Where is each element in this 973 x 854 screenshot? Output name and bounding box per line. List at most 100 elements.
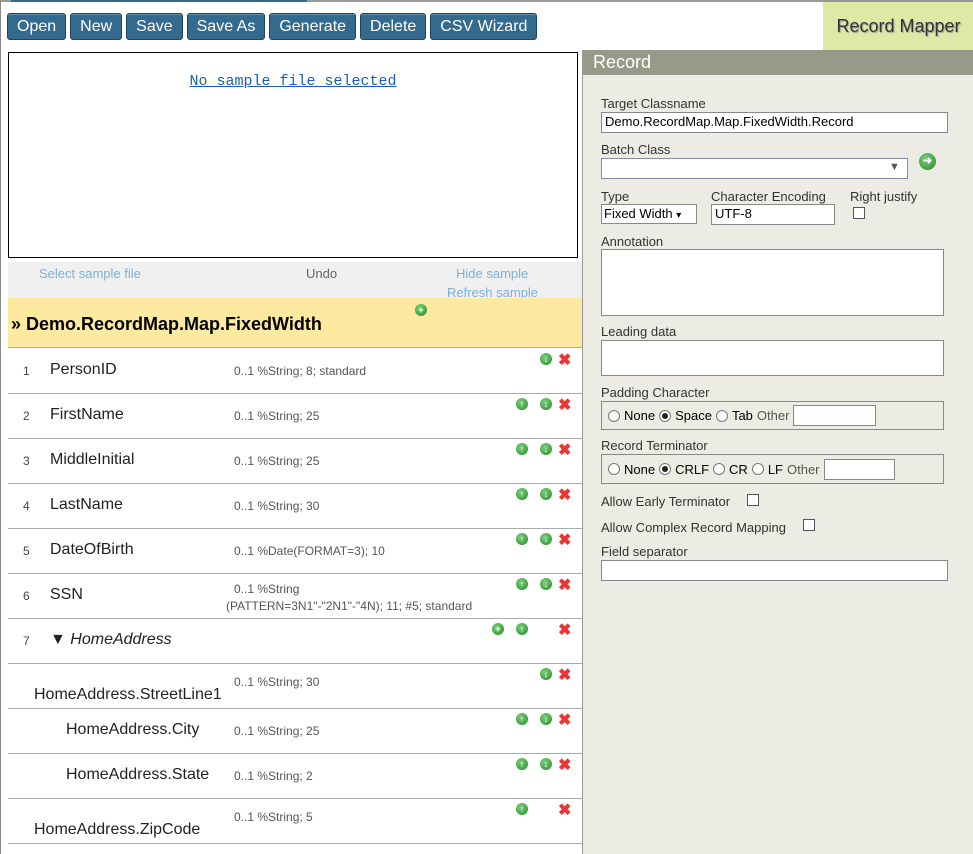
- padding-tab-label: Tab: [731, 408, 753, 423]
- field-type: 0..1 %String; 8; standard: [234, 364, 367, 378]
- field-name[interactable]: MiddleInitial: [50, 451, 134, 469]
- field-separator-input[interactable]: [601, 560, 948, 581]
- move-up-icon[interactable]: ↑: [516, 623, 528, 635]
- field-row[interactable]: 2 FirstName 0..1 %String; 25 ↑ ↓ ✖: [8, 394, 582, 439]
- go-arrow-icon[interactable]: ➜: [919, 153, 936, 170]
- delete-icon[interactable]: ✖: [558, 395, 571, 415]
- hide-sample-link[interactable]: Hide sample: [456, 266, 528, 281]
- field-number: 2: [23, 409, 30, 423]
- delete-icon[interactable]: ✖: [558, 485, 571, 505]
- field-name[interactable]: HomeAddress.ZipCode: [34, 821, 200, 839]
- field-row[interactable]: 4 LastName 0..1 %String; 30 ↑ ↓ ✖: [8, 484, 582, 529]
- field-name[interactable]: LastName: [50, 496, 123, 514]
- move-up-icon[interactable]: ↑: [516, 533, 528, 545]
- delete-icon[interactable]: ✖: [558, 440, 571, 460]
- delete-icon[interactable]: ✖: [558, 800, 571, 820]
- field-name[interactable]: HomeAddress.City: [66, 721, 199, 739]
- terminator-cr-label: CR: [729, 461, 748, 477]
- add-field-icon[interactable]: +: [415, 304, 427, 316]
- delete-button[interactable]: Delete: [360, 13, 427, 40]
- field-type: 0..1 %Date(FORMAT=3); 10: [234, 544, 385, 558]
- new-button[interactable]: New: [70, 13, 123, 40]
- annotation-label: Annotation: [601, 234, 664, 249]
- save-as-button[interactable]: Save As: [186, 13, 266, 40]
- move-up-icon[interactable]: ↑: [516, 713, 528, 725]
- field-row[interactable]: HomeAddress.ZipCode 0..1 %String; 5 ↑ ✖: [8, 799, 582, 844]
- annotation-textarea[interactable]: [601, 249, 944, 316]
- move-down-icon[interactable]: ↓: [540, 398, 552, 410]
- move-up-icon[interactable]: ↑: [516, 758, 528, 770]
- terminator-label: Record Terminator: [601, 438, 708, 453]
- field-row[interactable]: 6 SSN 0..1 %String (PATTERN=3N1"-"2N1"-"4N)…: [8, 574, 582, 619]
- early-terminator-checkbox[interactable]: [747, 494, 759, 506]
- move-down-icon[interactable]: ↓: [540, 533, 552, 545]
- move-up-icon[interactable]: ↑: [516, 488, 528, 500]
- active-tab-indicator: [11, 0, 307, 2]
- field-name[interactable]: HomeAddress.State: [66, 766, 209, 784]
- encoding-input[interactable]: UTF-8: [711, 204, 835, 225]
- csv-wizard-button[interactable]: CSV Wizard: [430, 13, 538, 40]
- field-row[interactable]: 3 MiddleInitial 0..1 %String; 25 ↑ ↓ ✖: [8, 439, 582, 484]
- move-down-icon[interactable]: ↓: [540, 488, 552, 500]
- move-down-icon[interactable]: ↓: [540, 443, 552, 455]
- right-justify-checkbox[interactable]: [853, 207, 865, 219]
- terminator-lf-radio[interactable]: [751, 463, 764, 475]
- delete-icon[interactable]: ✖: [558, 620, 571, 640]
- padding-none-radio[interactable]: [608, 409, 620, 422]
- delete-icon[interactable]: ✖: [558, 755, 571, 775]
- padding-other-input[interactable]: [793, 405, 877, 426]
- move-down-icon[interactable]: ↓: [540, 353, 552, 365]
- padding-space-radio[interactable]: [659, 409, 672, 422]
- terminator-other-input[interactable]: [823, 458, 895, 480]
- field-name[interactable]: ▼ HomeAddress: [50, 631, 172, 649]
- field-row[interactable]: 1 PersonID 0..1 %String; 8; standard ↓ ✖: [8, 349, 582, 394]
- move-down-icon[interactable]: ↓: [540, 668, 552, 680]
- type-select[interactable]: Fixed Width ▾: [601, 204, 697, 224]
- batch-class-select[interactable]: [601, 158, 908, 179]
- padding-tab-radio[interactable]: [715, 409, 728, 422]
- delete-icon[interactable]: ✖: [558, 530, 571, 550]
- field-row[interactable]: 7 ▼ HomeAddress + ↑ ✖: [8, 619, 582, 664]
- delete-icon[interactable]: ✖: [558, 575, 571, 595]
- open-button[interactable]: Open: [7, 13, 67, 40]
- field-type: 0..1 %String; 30: [234, 499, 320, 513]
- save-button[interactable]: Save: [126, 13, 183, 40]
- undo-link[interactable]: Undo: [306, 266, 337, 281]
- field-name[interactable]: SSN: [50, 586, 83, 604]
- field-row[interactable]: 5 DateOfBirth 0..1 %Date(FORMAT=3); 10 ↑ ↓ ✖: [8, 529, 582, 574]
- field-number: 3: [23, 454, 30, 468]
- field-row[interactable]: HomeAddress.State 0..1 %String; 2 ↑ ↓ ✖: [8, 754, 582, 799]
- move-down-icon[interactable]: ↓: [540, 578, 552, 590]
- record-name: » Demo.RecordMap.Map.FixedWidth: [11, 314, 322, 334]
- field-number: 4: [23, 499, 30, 513]
- field-number: 7: [23, 634, 30, 648]
- move-down-icon[interactable]: ↓: [540, 713, 552, 725]
- delete-icon[interactable]: ✖: [558, 710, 571, 730]
- add-child-icon[interactable]: +: [492, 623, 504, 635]
- select-sample-link[interactable]: Select sample file: [39, 266, 141, 281]
- move-up-icon[interactable]: ↑: [516, 443, 528, 455]
- terminator-crlf-radio[interactable]: [659, 463, 672, 475]
- field-name[interactable]: DateOfBirth: [50, 541, 134, 559]
- move-up-icon[interactable]: ↑: [516, 398, 528, 410]
- generate-button[interactable]: Generate: [269, 13, 357, 40]
- leading-data-textarea[interactable]: [601, 340, 944, 376]
- terminator-cr-radio[interactable]: [713, 463, 726, 475]
- field-row[interactable]: HomeAddress.StreetLine1 0..1 %String; 30 ↓…: [8, 664, 582, 709]
- right-justify-label: Right justify: [850, 189, 918, 204]
- field-name[interactable]: HomeAddress.StreetLine1: [34, 686, 222, 704]
- field-name[interactable]: PersonID: [50, 361, 117, 379]
- terminator-none-radio[interactable]: [608, 463, 620, 475]
- move-up-icon[interactable]: ↑: [516, 578, 528, 590]
- target-classname-input[interactable]: Demo.RecordMap.Map.FixedWidth.Record: [601, 112, 948, 133]
- field-name[interactable]: FirstName: [50, 406, 124, 424]
- delete-icon[interactable]: ✖: [558, 350, 571, 370]
- move-down-icon[interactable]: ↓: [540, 758, 552, 770]
- no-sample-link[interactable]: No sample file selected: [9, 73, 577, 90]
- field-number: 6: [23, 589, 30, 603]
- move-up-icon[interactable]: ↑: [516, 803, 528, 815]
- field-row[interactable]: HomeAddress.City 0..1 %String; 25 ↑ ↓ ✖: [8, 709, 582, 754]
- batch-class-label: Batch Class: [601, 142, 671, 157]
- delete-icon[interactable]: ✖: [558, 665, 571, 685]
- complex-mapping-checkbox[interactable]: [803, 519, 815, 531]
